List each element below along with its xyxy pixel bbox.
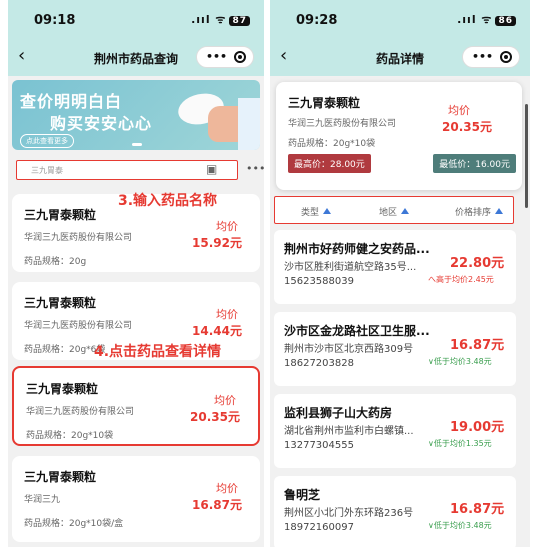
store-phone: 18972160097 (284, 522, 354, 533)
promo-banner[interactable]: 查价明明白白 购买安安心心 点此查看更多 (12, 80, 260, 150)
drug-card-selected[interactable]: 三九胃泰颗粒 华润三九医药股份有限公司 药品规格：20g*10袋 均价 20.3… (12, 366, 260, 446)
sleeve-illustration (238, 98, 260, 150)
store-address: 荆州市沙市区北京西路309号 (284, 344, 414, 355)
price-diff-higher: へ高于均价2.45元 (428, 275, 494, 284)
signal-wifi-icon: .ııl ᯤ 87 (191, 12, 250, 27)
drug-maker: 华润三九医药股份有限公司 (26, 407, 135, 417)
min-price-badge: 最低价：16.00元 (433, 154, 516, 173)
avg-label: 均价 (216, 220, 238, 233)
store-address: 湖北省荆州市监利市白螺镇... (284, 426, 414, 437)
drug-detail-card: 三九胃泰颗粒 华润三九医药股份有限公司 药品规格：20g*10袋 均价 20.3… (276, 82, 522, 190)
avg-label: 均价 (214, 394, 236, 407)
store-price: 22.80元 (450, 256, 505, 271)
status-time: 09:28 (296, 13, 338, 28)
scrollbar[interactable] (525, 104, 528, 208)
filter-region[interactable]: 地区 (379, 205, 410, 218)
drug-name: 三九胃泰颗粒 (26, 382, 99, 396)
drug-name: 三九胃泰颗粒 (24, 470, 97, 484)
store-price: 16.87元 (450, 338, 505, 353)
store-address: 荆州区小北门外东环路236号 (284, 508, 414, 519)
drug-spec: 药品规格：20g*10袋 (288, 139, 376, 149)
filter-type-label: 类型 (301, 208, 320, 218)
store-phone: 18627203828 (284, 358, 354, 369)
price-diff-lower: ∨低于均价3.48元 (428, 357, 492, 366)
more-icon[interactable]: ••• (206, 50, 227, 63)
search-screen: 09:18 .ııl ᯤ 87 ‹ 荆州市药品查询 ••• 查价明明白白 购买安安… (8, 0, 264, 547)
banner-line-2: 购买安安心心 (50, 114, 153, 133)
store-price: 19.00元 (450, 420, 505, 435)
avg-price: 14.44元 (192, 324, 242, 338)
store-item[interactable]: 监利县狮子山大药房 湖北省荆州市监利市白螺镇... 13277304555 19… (274, 394, 516, 468)
drug-name: 三九胃泰颗粒 (288, 96, 361, 110)
nav-bar: ‹ 药品详情 ••• (270, 38, 530, 76)
avg-label: 均价 (216, 308, 238, 321)
sort-up-icon (401, 208, 410, 214)
avg-label: 均价 (216, 482, 238, 495)
sort-up-icon (323, 208, 332, 214)
avg-label: 均价 (448, 104, 470, 117)
avg-price: 20.35元 (442, 120, 492, 134)
store-item[interactable]: 鲁明芝 荆州区小北门外东环路236号 18972160097 16.87元 ∨低… (274, 476, 516, 547)
search-value: 三九胃泰 (31, 166, 63, 175)
status-bar: 09:28 .ııl ᯤ 86 (270, 0, 530, 38)
sort-up-icon (495, 208, 504, 214)
drug-maker: 华润三九 (24, 495, 61, 505)
drug-maker: 华润三九医药股份有限公司 (24, 321, 133, 331)
drug-spec: 药品规格：20g (24, 257, 87, 267)
price-diff-lower: ∨低于均价3.48元 (428, 521, 492, 530)
store-price: 16.87元 (450, 502, 505, 517)
banner-more-button[interactable]: 点此查看更多 (20, 134, 74, 148)
filter-type[interactable]: 类型 (301, 205, 332, 218)
price-diff-lower: ∨低于均价1.35元 (428, 439, 492, 448)
annotation-step-3: 3.输入药品名称 (118, 193, 218, 209)
mini-program-capsule[interactable]: ••• (462, 46, 520, 68)
filter-bar: 类型 地区 价格排序 (274, 196, 514, 224)
store-name: 沙市区金龙路社区卫生服... (284, 324, 430, 338)
filter-region-label: 地区 (379, 208, 398, 218)
banner-indicator (132, 143, 142, 146)
store-item[interactable]: 荆州市好药师健之安药品... 沙市区胜利街道航空路35号... 15623588… (274, 230, 516, 304)
more-icon[interactable]: ••• (472, 50, 493, 63)
search-input[interactable]: 三九胃泰 (16, 160, 238, 180)
store-name: 鲁明芝 (284, 488, 321, 502)
signal-wifi-icon: .ııl ᯤ 86 (457, 12, 516, 27)
store-name: 监利县狮子山大药房 (284, 406, 393, 420)
banner-line-1: 查价明明白白 (20, 92, 123, 111)
detail-screen: 09:28 .ııl ᯤ 86 ‹ 药品详情 ••• 三九胃泰颗粒 华润三九医药股… (270, 0, 530, 547)
drug-spec: 药品规格：20g*10袋/盒 (24, 519, 124, 529)
store-phone: 13277304555 (284, 440, 354, 451)
nav-bar: ‹ 荆州市药品查询 ••• (8, 38, 264, 76)
search-more-icon[interactable]: ••• (246, 162, 264, 175)
filter-price-label: 价格排序 (455, 208, 492, 218)
drug-maker: 华润三九医药股份有限公司 (288, 119, 397, 129)
drug-spec: 药品规格：20g*10袋 (26, 431, 114, 441)
drug-card[interactable]: 三九胃泰颗粒 华润三九 药品规格：20g*10袋/盒 均价 16.87元 (12, 456, 260, 542)
avg-price: 15.92元 (192, 236, 242, 250)
annotation-step-4: 4.点击药品查看详情 (94, 344, 222, 360)
drug-name: 三九胃泰颗粒 (24, 208, 97, 222)
store-phone: 15623588039 (284, 276, 354, 287)
store-address: 沙市区胜利街道航空路35号... (284, 262, 417, 273)
status-time: 09:18 (34, 13, 76, 28)
status-bar: 09:18 .ııl ᯤ 87 (8, 0, 264, 38)
battery-icon: 86 (495, 16, 516, 26)
max-price-badge: 最高价：28.00元 (288, 154, 371, 173)
close-target-icon[interactable] (234, 51, 246, 63)
drug-maker: 华润三九医药股份有限公司 (24, 233, 133, 243)
mini-program-capsule[interactable]: ••• (196, 46, 254, 68)
close-target-icon[interactable] (500, 51, 512, 63)
drug-name: 三九胃泰颗粒 (24, 296, 97, 310)
store-item[interactable]: 沙市区金龙路社区卫生服... 荆州市沙市区北京西路309号 1862720382… (274, 312, 516, 386)
camera-icon[interactable]: ▣ (206, 162, 217, 176)
store-name: 荆州市好药师健之安药品... (284, 242, 430, 256)
battery-icon: 87 (229, 16, 250, 26)
filter-price-sort[interactable]: 价格排序 (455, 205, 504, 218)
avg-price: 20.35元 (190, 410, 240, 424)
avg-price: 16.87元 (192, 498, 242, 512)
